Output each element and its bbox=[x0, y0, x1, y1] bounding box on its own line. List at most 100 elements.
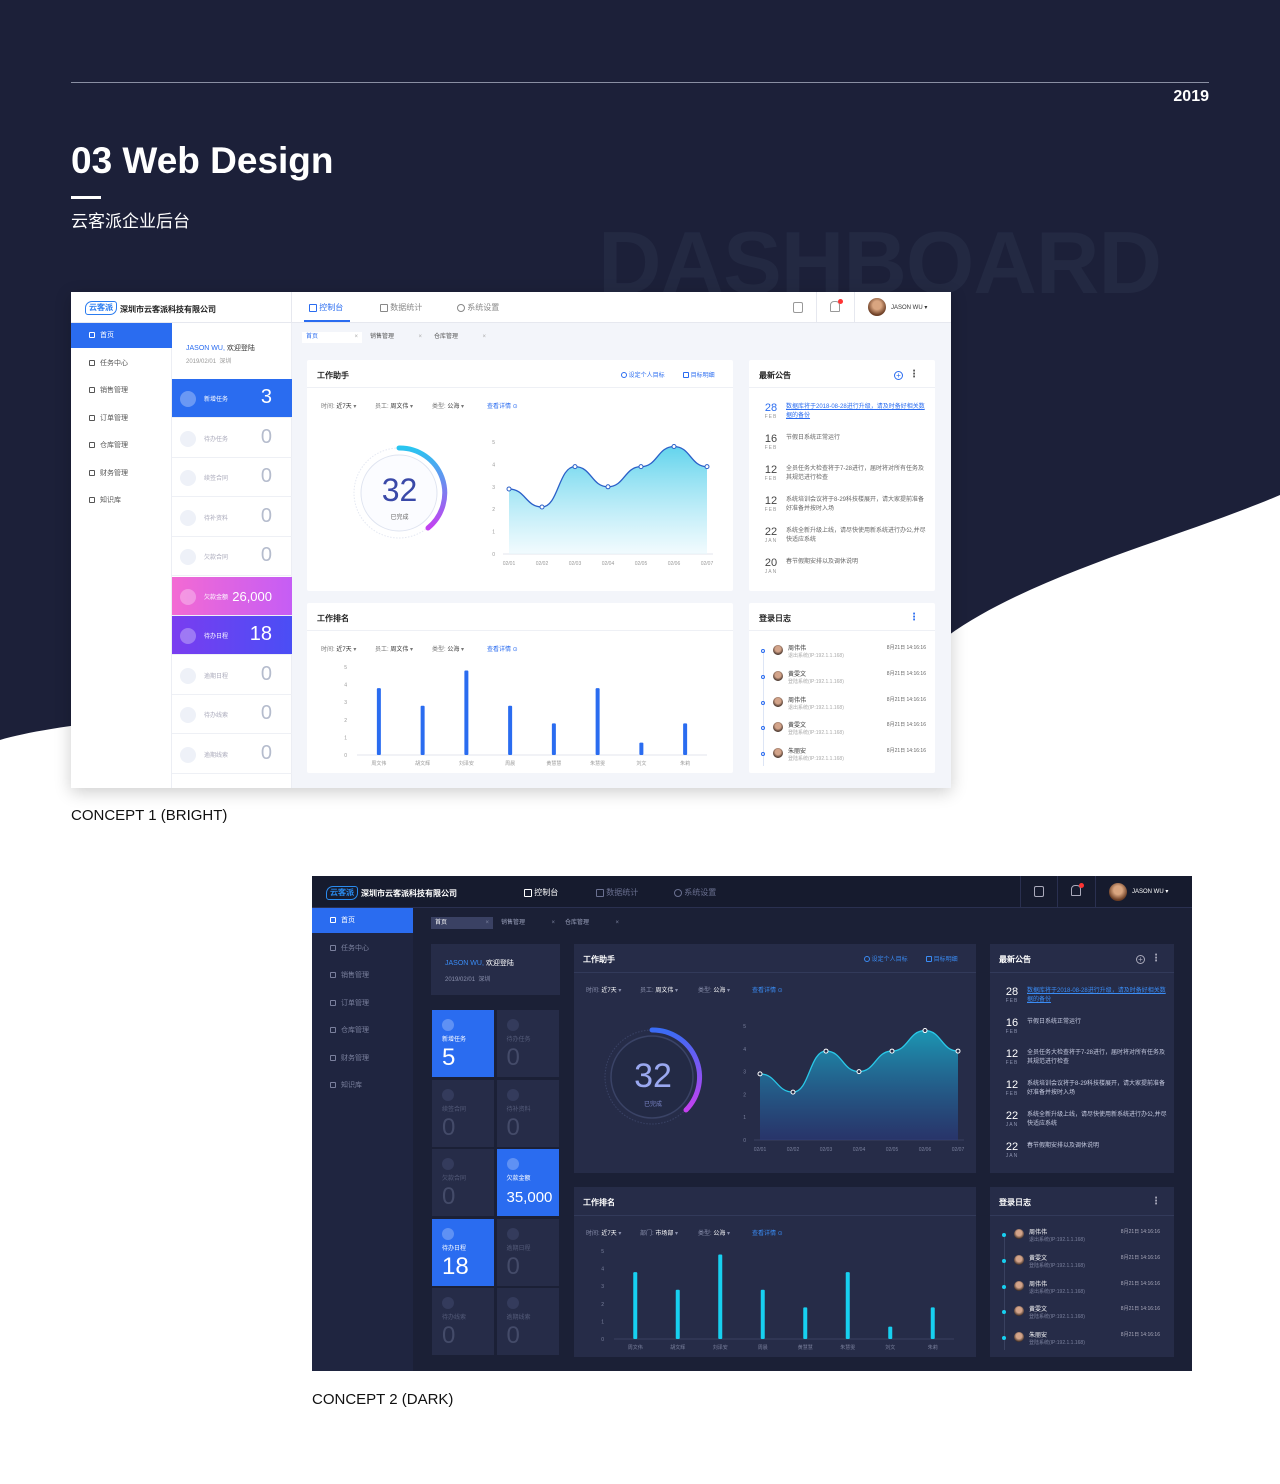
log-item[interactable]: 周伟伟 退出系统(IP:192.1.1.168) 8月21日 14:16:16 bbox=[1002, 1226, 1160, 1252]
stat-row[interactable]: 欠款合同 0 bbox=[172, 537, 292, 576]
stat-row[interactable]: 待办线索 0 bbox=[172, 695, 292, 734]
filter-time[interactable]: 时间: 近7天 ▾ bbox=[586, 1228, 621, 1237]
close-icon[interactable]: × bbox=[482, 332, 486, 343]
logo[interactable]: 云客派 bbox=[326, 886, 358, 900]
log-item[interactable]: 周伟伟 退出系统(IP:192.1.1.168) 8月21日 14:16:16 bbox=[761, 642, 926, 668]
data-point[interactable] bbox=[506, 486, 512, 492]
filter-employee[interactable]: 员工: 周文伟 ▾ bbox=[640, 985, 678, 994]
log-item[interactable]: 朱丽安 登陆系统(IP:192.1.1.168) 8月21日 14:16:16 bbox=[761, 745, 926, 771]
bar[interactable] bbox=[760, 1289, 765, 1339]
nav-stats[interactable]: 数据统计 bbox=[596, 887, 638, 898]
bar[interactable] bbox=[595, 688, 600, 755]
stat-tile[interactable]: 待补资料 0 bbox=[495, 1078, 560, 1148]
sidebar-item-warehouse[interactable]: 仓库管理 bbox=[312, 1018, 413, 1043]
sidebar-item-home[interactable]: 首页 bbox=[71, 323, 172, 348]
data-point[interactable] bbox=[955, 1048, 961, 1054]
close-icon[interactable]: × bbox=[354, 332, 358, 343]
stat-row[interactable]: 待办任务 0 bbox=[172, 419, 292, 458]
data-point[interactable] bbox=[922, 1028, 928, 1034]
filter-type[interactable]: 类型: 公海 ▾ bbox=[698, 985, 730, 994]
stat-tile[interactable]: 逾期日程 0 bbox=[495, 1217, 560, 1287]
sidebar-item-orders[interactable]: 订单管理 bbox=[312, 991, 413, 1016]
data-point[interactable] bbox=[823, 1048, 829, 1054]
tab-warehouse[interactable]: 仓库管理 × bbox=[430, 332, 490, 343]
close-icon[interactable]: × bbox=[418, 332, 422, 343]
stat-tile[interactable]: 续签合同 0 bbox=[431, 1078, 495, 1148]
nav-stats[interactable]: 数据统计 bbox=[380, 302, 422, 313]
sidebar-item-sales[interactable]: 销售管理 bbox=[71, 378, 172, 403]
stat-tile[interactable]: 待办任务 0 bbox=[495, 1009, 560, 1078]
data-point[interactable] bbox=[539, 504, 545, 510]
goal-detail-link[interactable]: 目标明细 bbox=[683, 370, 715, 379]
log-item[interactable]: 黄雯文 登陆系统(IP:192.1.1.168) 8月21日 14:16:16 bbox=[1002, 1303, 1160, 1329]
log-item[interactable]: 周伟伟 退出系统(IP:192.1.1.168) 8月21日 14:16:16 bbox=[761, 694, 926, 720]
stat-tile[interactable]: 待办日程 18 bbox=[431, 1217, 495, 1287]
bar[interactable] bbox=[420, 705, 425, 755]
sidebar-item-warehouse[interactable]: 仓库管理 bbox=[71, 433, 172, 458]
stat-tile[interactable]: 欠款金额 35,000 bbox=[495, 1148, 560, 1217]
tab-home[interactable]: 首页 × bbox=[302, 332, 362, 343]
user-menu[interactable]: JASON WU ▾ bbox=[1132, 888, 1168, 895]
filter-employee[interactable]: 员工: 周文伟 ▾ bbox=[375, 644, 413, 653]
avatar[interactable] bbox=[868, 298, 886, 316]
data-point[interactable] bbox=[572, 464, 578, 470]
stat-row[interactable]: 逾期日程 0 bbox=[172, 656, 292, 695]
tab-sales[interactable]: 销售管理 × bbox=[366, 332, 426, 343]
tab-sales[interactable]: 销售管理 × bbox=[497, 917, 559, 929]
stat-row[interactable]: 续签合同 0 bbox=[172, 458, 292, 497]
stat-row[interactable]: 待办日程 18 bbox=[172, 616, 292, 655]
stat-row[interactable]: 待补资料 0 bbox=[172, 498, 292, 537]
nav-settings[interactable]: 系统设置 bbox=[674, 887, 716, 898]
filter-type[interactable]: 类型: 公海 ▾ bbox=[432, 401, 464, 410]
tab-home[interactable]: 首页 × bbox=[431, 917, 493, 929]
log-item[interactable]: 朱丽安 登陆系统(IP:192.1.1.168) 8月21日 14:16:16 bbox=[1002, 1329, 1160, 1355]
sidebar-item-finance[interactable]: 财务管理 bbox=[71, 461, 172, 486]
data-point[interactable] bbox=[638, 464, 644, 470]
user-menu[interactable]: JASON WU ▾ bbox=[891, 304, 927, 311]
details-link[interactable]: 查看详情 ⊙ bbox=[487, 401, 518, 410]
data-point[interactable] bbox=[671, 443, 677, 449]
stat-tile[interactable]: 新增任务 5 bbox=[431, 1009, 495, 1078]
details-link[interactable]: 查看详情 ⊙ bbox=[487, 644, 518, 653]
more-icon[interactable]: ⋮ bbox=[909, 369, 919, 380]
more-icon[interactable]: ⋮ bbox=[1151, 953, 1161, 964]
nav-settings[interactable]: 系统设置 bbox=[457, 302, 499, 313]
tab-warehouse[interactable]: 仓库管理 × bbox=[561, 917, 623, 929]
bar[interactable] bbox=[508, 705, 513, 755]
bar[interactable] bbox=[718, 1254, 723, 1339]
bar[interactable] bbox=[464, 670, 469, 755]
add-icon[interactable]: + bbox=[1136, 955, 1145, 964]
filter-time[interactable]: 时间: 近7天 ▾ bbox=[321, 644, 356, 653]
filter-time[interactable]: 时间: 近7天 ▾ bbox=[586, 985, 621, 994]
bar[interactable] bbox=[633, 1272, 638, 1339]
log-item[interactable]: 黄雯文 登陆系统(IP:192.1.1.168) 8月21日 14:16:16 bbox=[761, 668, 926, 694]
bar[interactable] bbox=[639, 742, 644, 755]
sidebar-item-tasks[interactable]: 任务中心 bbox=[71, 351, 172, 376]
sidebar-item-knowledge[interactable]: 知识库 bbox=[71, 488, 172, 513]
sidebar-item-orders[interactable]: 订单管理 bbox=[71, 406, 172, 431]
stat-row[interactable]: 新增任务 3 bbox=[172, 379, 292, 418]
bar[interactable] bbox=[803, 1307, 808, 1339]
lock-icon[interactable] bbox=[1034, 886, 1044, 897]
log-item[interactable]: 周伟伟 退出系统(IP:192.1.1.168) 8月21日 14:16:16 bbox=[1002, 1278, 1160, 1304]
bar[interactable] bbox=[675, 1289, 680, 1339]
filter-employee[interactable]: 员工: 周文伟 ▾ bbox=[375, 401, 413, 410]
stat-row[interactable]: 欠款金额 26,000 bbox=[172, 576, 292, 616]
sidebar-item-finance[interactable]: 财务管理 bbox=[312, 1046, 413, 1071]
sidebar-item-sales[interactable]: 销售管理 bbox=[312, 963, 413, 988]
nav-console[interactable]: 控制台 bbox=[309, 302, 343, 313]
sidebar-item-home[interactable]: 首页 bbox=[312, 908, 413, 933]
lock-icon[interactable] bbox=[793, 302, 803, 313]
set-goal-link[interactable]: 设定个人目标 bbox=[864, 954, 908, 963]
data-point[interactable] bbox=[790, 1089, 796, 1095]
more-icon[interactable]: ⋮ bbox=[909, 612, 919, 623]
stat-row[interactable]: 逾期线索 0 bbox=[172, 735, 292, 774]
bar[interactable] bbox=[888, 1326, 893, 1339]
bar[interactable] bbox=[376, 688, 381, 755]
avatar[interactable] bbox=[1109, 883, 1127, 901]
details-link[interactable]: 查看详情 ⊙ bbox=[752, 1228, 783, 1237]
close-icon[interactable]: × bbox=[615, 917, 619, 929]
more-icon[interactable]: ⋮ bbox=[1151, 1196, 1161, 1207]
filter-department[interactable]: 部门: 市场部 ▾ bbox=[640, 1228, 678, 1237]
log-item[interactable]: 黄雯文 登陆系统(IP:192.1.1.168) 8月21日 14:16:16 bbox=[761, 719, 926, 745]
